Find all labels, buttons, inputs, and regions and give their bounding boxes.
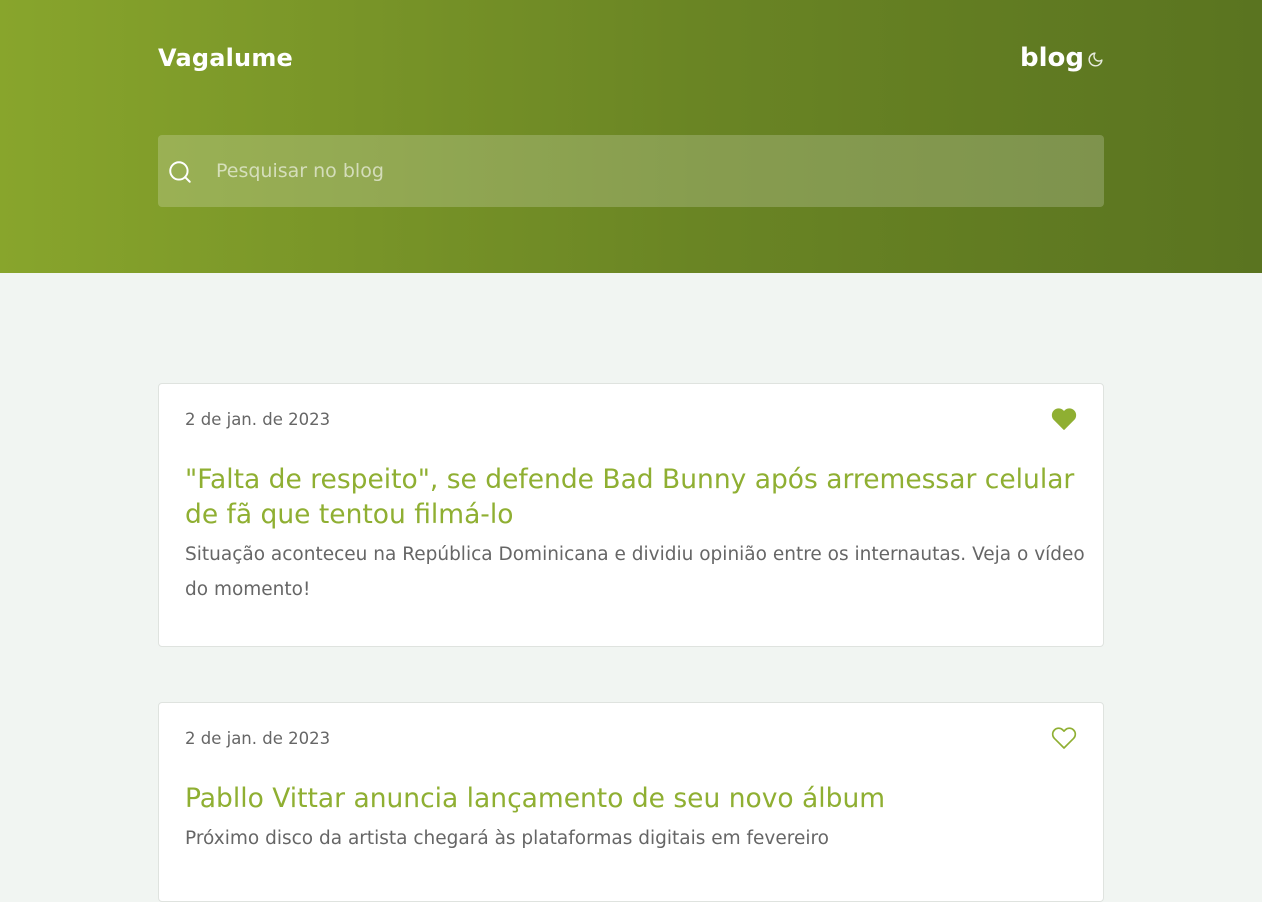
post-title-link[interactable]: Pabllo Vittar anuncia lançamento de seu … [185, 781, 1085, 816]
post-summary: Situação aconteceu na República Dominica… [185, 544, 1085, 600]
moon-icon [1088, 51, 1103, 66]
post-summary: Próximo disco da artista chegará às plat… [185, 828, 829, 849]
brand-logo[interactable]: Vagalume [158, 42, 293, 74]
post-date: 2 de jan. de 2023 [185, 729, 331, 748]
post-card: 2 de jan. de 2023 "Falta de respeito", s… [158, 383, 1104, 647]
post-date: 2 de jan. de 2023 [185, 410, 331, 429]
hero-header: Vagalume blog [0, 0, 1262, 273]
favorite-button[interactable] [1051, 725, 1077, 751]
nav-blog-link[interactable]: blog [1020, 41, 1084, 75]
search-box [158, 135, 1104, 207]
theme-toggle-button[interactable] [1085, 49, 1105, 69]
search-icon [169, 161, 191, 183]
heart-outline-icon [1051, 727, 1077, 749]
heart-filled-icon [1051, 408, 1077, 430]
favorite-button[interactable] [1051, 406, 1077, 432]
post-card: 2 de jan. de 2023 Pabllo Vittar anuncia … [158, 702, 1104, 902]
search-input[interactable] [214, 135, 1094, 207]
post-title-link[interactable]: "Falta de respeito", se defende Bad Bunn… [185, 462, 1085, 532]
